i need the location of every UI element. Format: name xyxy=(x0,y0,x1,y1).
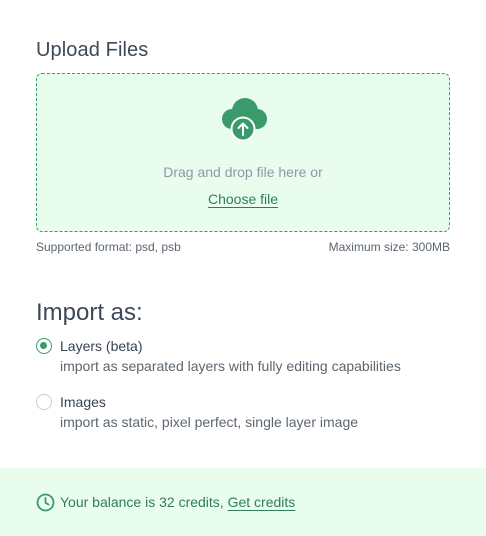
file-dropzone[interactable]: Drag and drop file here or Choose file xyxy=(36,73,450,232)
images-radio[interactable] xyxy=(36,394,52,410)
choose-file-link[interactable]: Choose file xyxy=(37,191,449,207)
cloud-upload-icon xyxy=(222,98,267,142)
balance-text: Your balance is 32 credits, Get credits xyxy=(60,494,295,510)
clock-icon xyxy=(36,493,55,512)
import-heading: Import as: xyxy=(36,299,143,326)
balance-bar: Your balance is 32 credits, Get credits xyxy=(0,468,486,536)
images-option-description: import as static, pixel perfect, single … xyxy=(60,414,359,430)
drop-instructions: Drag and drop file here or xyxy=(163,164,323,180)
upload-title: Upload Files xyxy=(36,39,149,61)
images-option-label: Images xyxy=(60,394,106,410)
get-credits-link[interactable]: Get credits xyxy=(228,494,296,510)
layers-option-label: Layers (beta) xyxy=(60,338,143,354)
layers-option-description: import as separated layers with fully ed… xyxy=(60,358,401,374)
max-size-text: Maximum size: 300MB xyxy=(328,240,450,254)
layers-radio[interactable] xyxy=(36,338,52,354)
upload-page: Upload Files Drag and drop file here or … xyxy=(0,0,486,536)
balance-label: Your balance is 32 credits, xyxy=(60,494,228,510)
supported-format-text: Supported format: psd, psb xyxy=(36,240,181,254)
